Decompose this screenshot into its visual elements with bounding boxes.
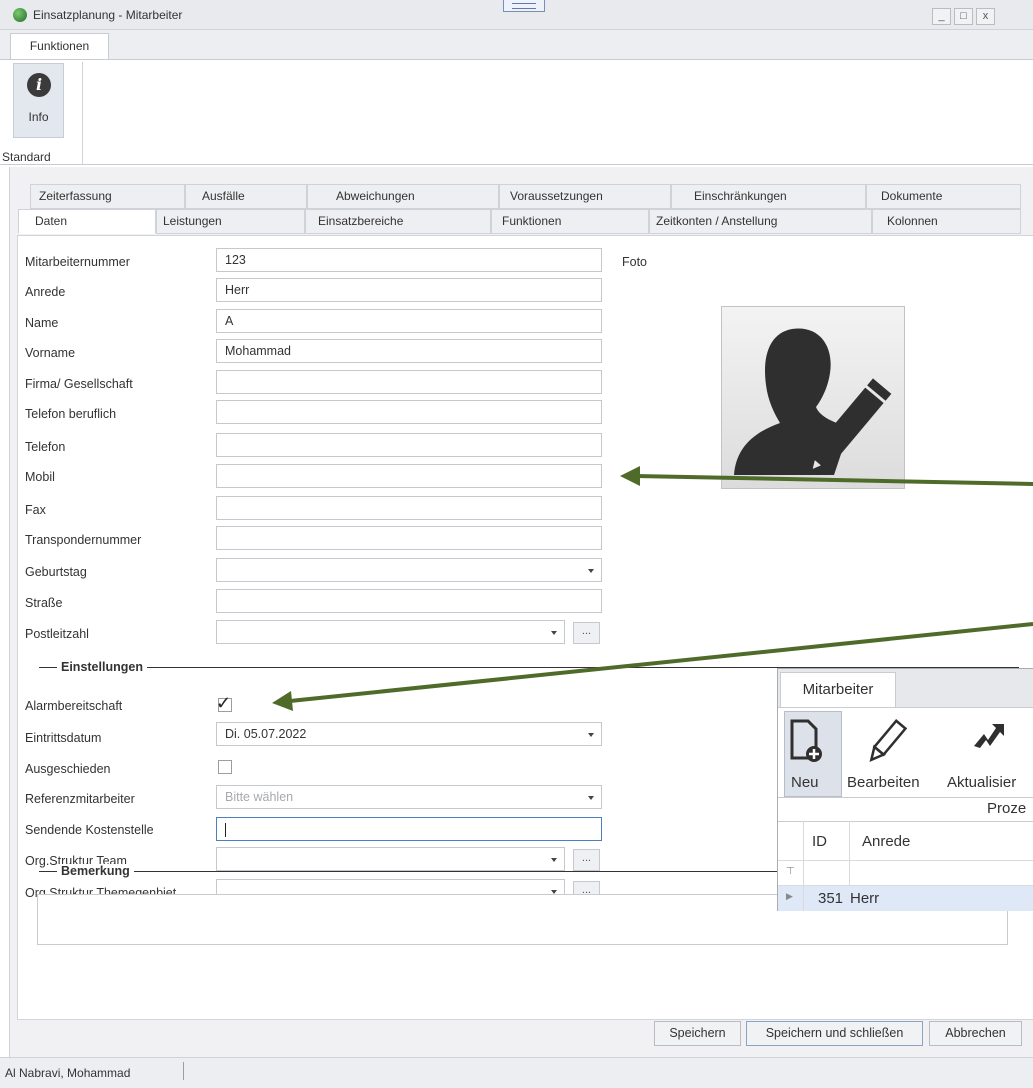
label-strasse: Straße [25,596,63,610]
label-firma: Firma/ Gesellschaft [25,377,133,391]
label-ausgeschieden: Ausgeschieden [25,762,111,776]
org-team-combo[interactable] [216,847,565,871]
overlay-aktualisieren-label[interactable]: Aktualisier [947,774,1016,791]
label-eintrittsdatum: Eintrittsdatum [25,731,102,745]
tab-leistungen[interactable]: Leistungen [156,209,305,234]
label-sendende-kostenstelle: Sendende Kostenstelle [25,823,154,837]
ribbon-tab-funktionen[interactable]: Funktionen [10,33,109,60]
tab-einschraenkungen[interactable]: Einschränkungen [671,184,866,209]
name-field[interactable]: A [216,309,602,333]
label-mitarbeiternummer: Mitarbeiternummer [25,255,130,269]
close-button[interactable]: x [976,8,995,25]
telefon-field[interactable] [216,433,602,457]
table-row[interactable] [778,886,1033,911]
tab-zeitkonten[interactable]: Zeitkonten / Anstellung [649,209,872,234]
overlay-filter-row[interactable] [778,861,1033,886]
info-button-label: Info [28,110,49,124]
tab-funktionen[interactable]: Funktionen [491,209,649,234]
overlay-neu-label: Neu [791,774,819,791]
text-caret [225,822,226,837]
vorname-field[interactable]: Mohammad [216,339,602,363]
ausgeschieden-checkbox[interactable] [218,760,232,774]
firma-field[interactable] [216,370,602,394]
mitarbeiternummer-field[interactable]: 123 [216,248,602,272]
label-geburtstag: Geburtstag [25,565,87,579]
ribbon-group-label: Standard [2,150,51,164]
strasse-field[interactable] [216,589,602,613]
referenzmitarbeiter-select[interactable]: Bitte wählen [216,785,602,809]
mobil-field[interactable] [216,464,602,488]
fax-field[interactable] [216,496,602,520]
tab-ausfaelle[interactable]: Ausfälle [185,184,307,209]
label-telefon: Telefon [25,440,66,454]
geburtstag-datepicker[interactable] [216,558,602,582]
label-telefon-beruflich: Telefon beruflich [25,407,117,421]
user-edit-icon [734,328,892,475]
save-and-close-button[interactable]: Speichern und schließen [746,1021,923,1046]
save-button[interactable]: Speichern [654,1021,741,1046]
ribbon-group-separator [82,62,83,164]
anrede-field[interactable]: Herr [216,278,602,302]
overlay-bearbeiten-label[interactable]: Bearbeiten [847,774,920,791]
label-transpondernummer: Transpondernummer [25,533,142,547]
window-title: Einsatzplanung - Mitarbeiter [33,8,183,22]
ribbon-body [0,59,1033,165]
label-alarmbereitschaft: Alarmbereitschaft [25,699,123,713]
ribbon-tabstrip [0,30,1033,60]
column-header-id[interactable]: ID [812,833,827,850]
tab-voraussetzungen[interactable]: Voraussetzungen [499,184,671,209]
checkmark-icon: ✓ [216,693,232,713]
tab-zeiterfassung[interactable]: Zeiterfassung [30,184,185,209]
status-separator [183,1062,184,1080]
filter-icon: ⊤ [786,866,795,877]
photo-upload-button[interactable] [721,306,905,489]
section-bemerkung: Bemerkung [57,864,134,878]
titlebar-handle[interactable] [503,0,545,12]
row-indicator-icon: ▶ [786,891,793,901]
tab-daten[interactable]: Daten [18,209,156,234]
cell-anrede: Herr [850,890,880,907]
cell-id: 351 [818,890,844,907]
status-bar [0,1057,1033,1088]
column-header-anrede[interactable]: Anrede [862,833,910,850]
label-vorname: Vorname [25,346,76,360]
label-foto: Foto [622,255,648,269]
postleitzahl-combo[interactable] [216,620,565,644]
label-fax: Fax [25,503,46,517]
edit-pencil-icon [869,719,908,763]
tab-abweichungen[interactable]: Abweichungen [307,184,499,209]
cancel-button[interactable]: Abbrechen [929,1021,1022,1046]
sendende-kostenstelle-input[interactable] [216,817,602,841]
transpondernummer-field[interactable] [216,526,602,550]
tab-kolonnen[interactable]: Kolonnen [872,209,1021,234]
postleitzahl-browse-button[interactable]: ... [573,622,600,644]
section-einstellungen: Einstellungen [57,660,147,674]
overlay-tab-mitarbeiter[interactable]: Mitarbeiter [780,672,896,707]
overlay-group-label: Proze [987,800,1027,817]
info-icon: i [27,73,51,97]
label-mobil: Mobil [25,470,55,484]
refresh-icon [974,724,1004,748]
minimize-button[interactable]: _ [932,8,951,25]
label-name: Name [25,316,59,330]
label-postleitzahl: Postleitzahl [25,627,89,641]
status-user: Al Nabravi, Mohammad [5,1066,131,1080]
label-anrede: Anrede [25,285,66,299]
org-team-browse-button[interactable]: ... [573,849,600,871]
new-document-icon [790,719,822,762]
telefon-beruflich-field[interactable] [216,400,602,424]
overlay-column-separator [849,821,850,886]
tab-einsatzbereiche[interactable]: Einsatzbereiche [305,209,491,234]
maximize-button[interactable]: □ [954,8,973,25]
label-referenzmitarbeiter: Referenzmitarbeiter [25,792,135,806]
eintrittsdatum-datepicker[interactable]: Di. 05.07.2022 [216,722,602,746]
tab-dokumente[interactable]: Dokumente [866,184,1021,209]
app-logo-icon [13,8,27,22]
